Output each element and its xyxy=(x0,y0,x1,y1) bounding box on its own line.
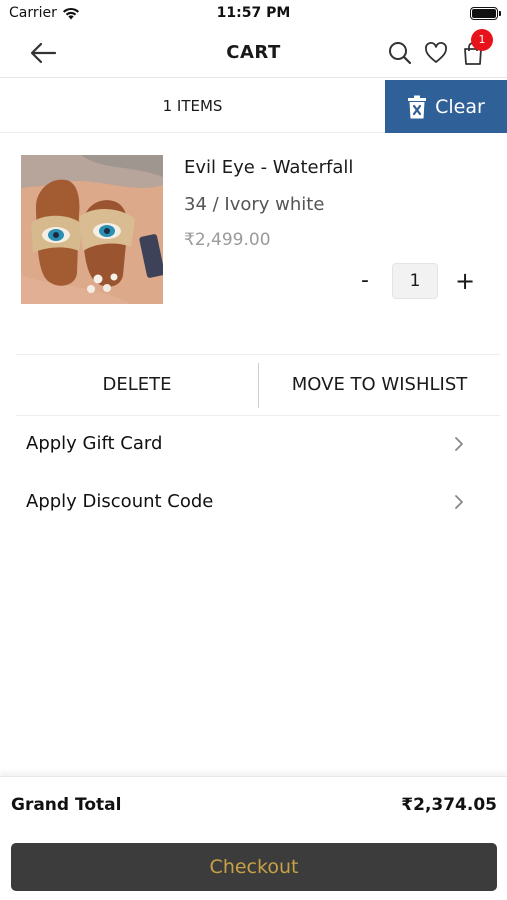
product-name[interactable]: Evil Eye - Waterfall xyxy=(184,157,353,178)
clear-cart-button[interactable]: Clear xyxy=(385,80,507,133)
clear-label: Clear xyxy=(435,95,485,118)
chevron-right-icon xyxy=(455,495,463,509)
delete-button[interactable]: DELETE xyxy=(16,355,258,415)
cart-header: 1 ITEMS Clear xyxy=(0,80,507,133)
product-price: ₹2,499.00 xyxy=(184,230,271,250)
quantity-decrement-button[interactable]: - xyxy=(352,266,378,296)
item-actions: DELETE MOVE TO WISHLIST xyxy=(16,354,500,416)
status-time: 11:57 PM xyxy=(216,5,291,21)
grand-total-label: Grand Total xyxy=(11,795,122,815)
search-button[interactable] xyxy=(387,40,413,66)
nav-bar: CART xyxy=(0,28,507,78)
checkout-footer: Grand Total ₹2,374.05 Checkout xyxy=(0,776,507,900)
battery-icon xyxy=(470,7,501,20)
search-icon xyxy=(389,42,412,65)
checkout-button[interactable]: Checkout xyxy=(11,843,497,891)
quantity-value: 1 xyxy=(392,263,438,299)
wishlist-button[interactable] xyxy=(423,40,449,66)
trash-icon xyxy=(408,95,427,118)
product-image[interactable] xyxy=(21,155,163,304)
product-photo xyxy=(21,155,163,304)
product-variant: 34 / Ivory white xyxy=(184,194,325,215)
back-button[interactable] xyxy=(28,40,58,66)
discount-code-label: Apply Discount Code xyxy=(26,491,214,512)
gift-card-label: Apply Gift Card xyxy=(26,433,163,454)
quantity-increment-button[interactable]: + xyxy=(452,266,478,296)
arrow-left-icon xyxy=(30,42,57,64)
chevron-right-icon xyxy=(455,437,463,451)
cart-item: Evil Eye - Waterfall 34 / Ivory white ₹2… xyxy=(0,134,507,354)
heart-icon xyxy=(425,42,447,63)
move-to-wishlist-button[interactable]: MOVE TO WISHLIST xyxy=(259,355,500,415)
status-bar: Carrier 11:57 PM xyxy=(0,0,507,28)
cart-count-badge: 1 xyxy=(471,29,493,51)
grand-total-value: ₹2,374.05 xyxy=(401,795,497,815)
apply-gift-card-row[interactable]: Apply Gift Card xyxy=(16,415,500,473)
items-count: 1 ITEMS xyxy=(162,97,223,115)
apply-discount-code-row[interactable]: Apply Discount Code xyxy=(16,473,500,531)
